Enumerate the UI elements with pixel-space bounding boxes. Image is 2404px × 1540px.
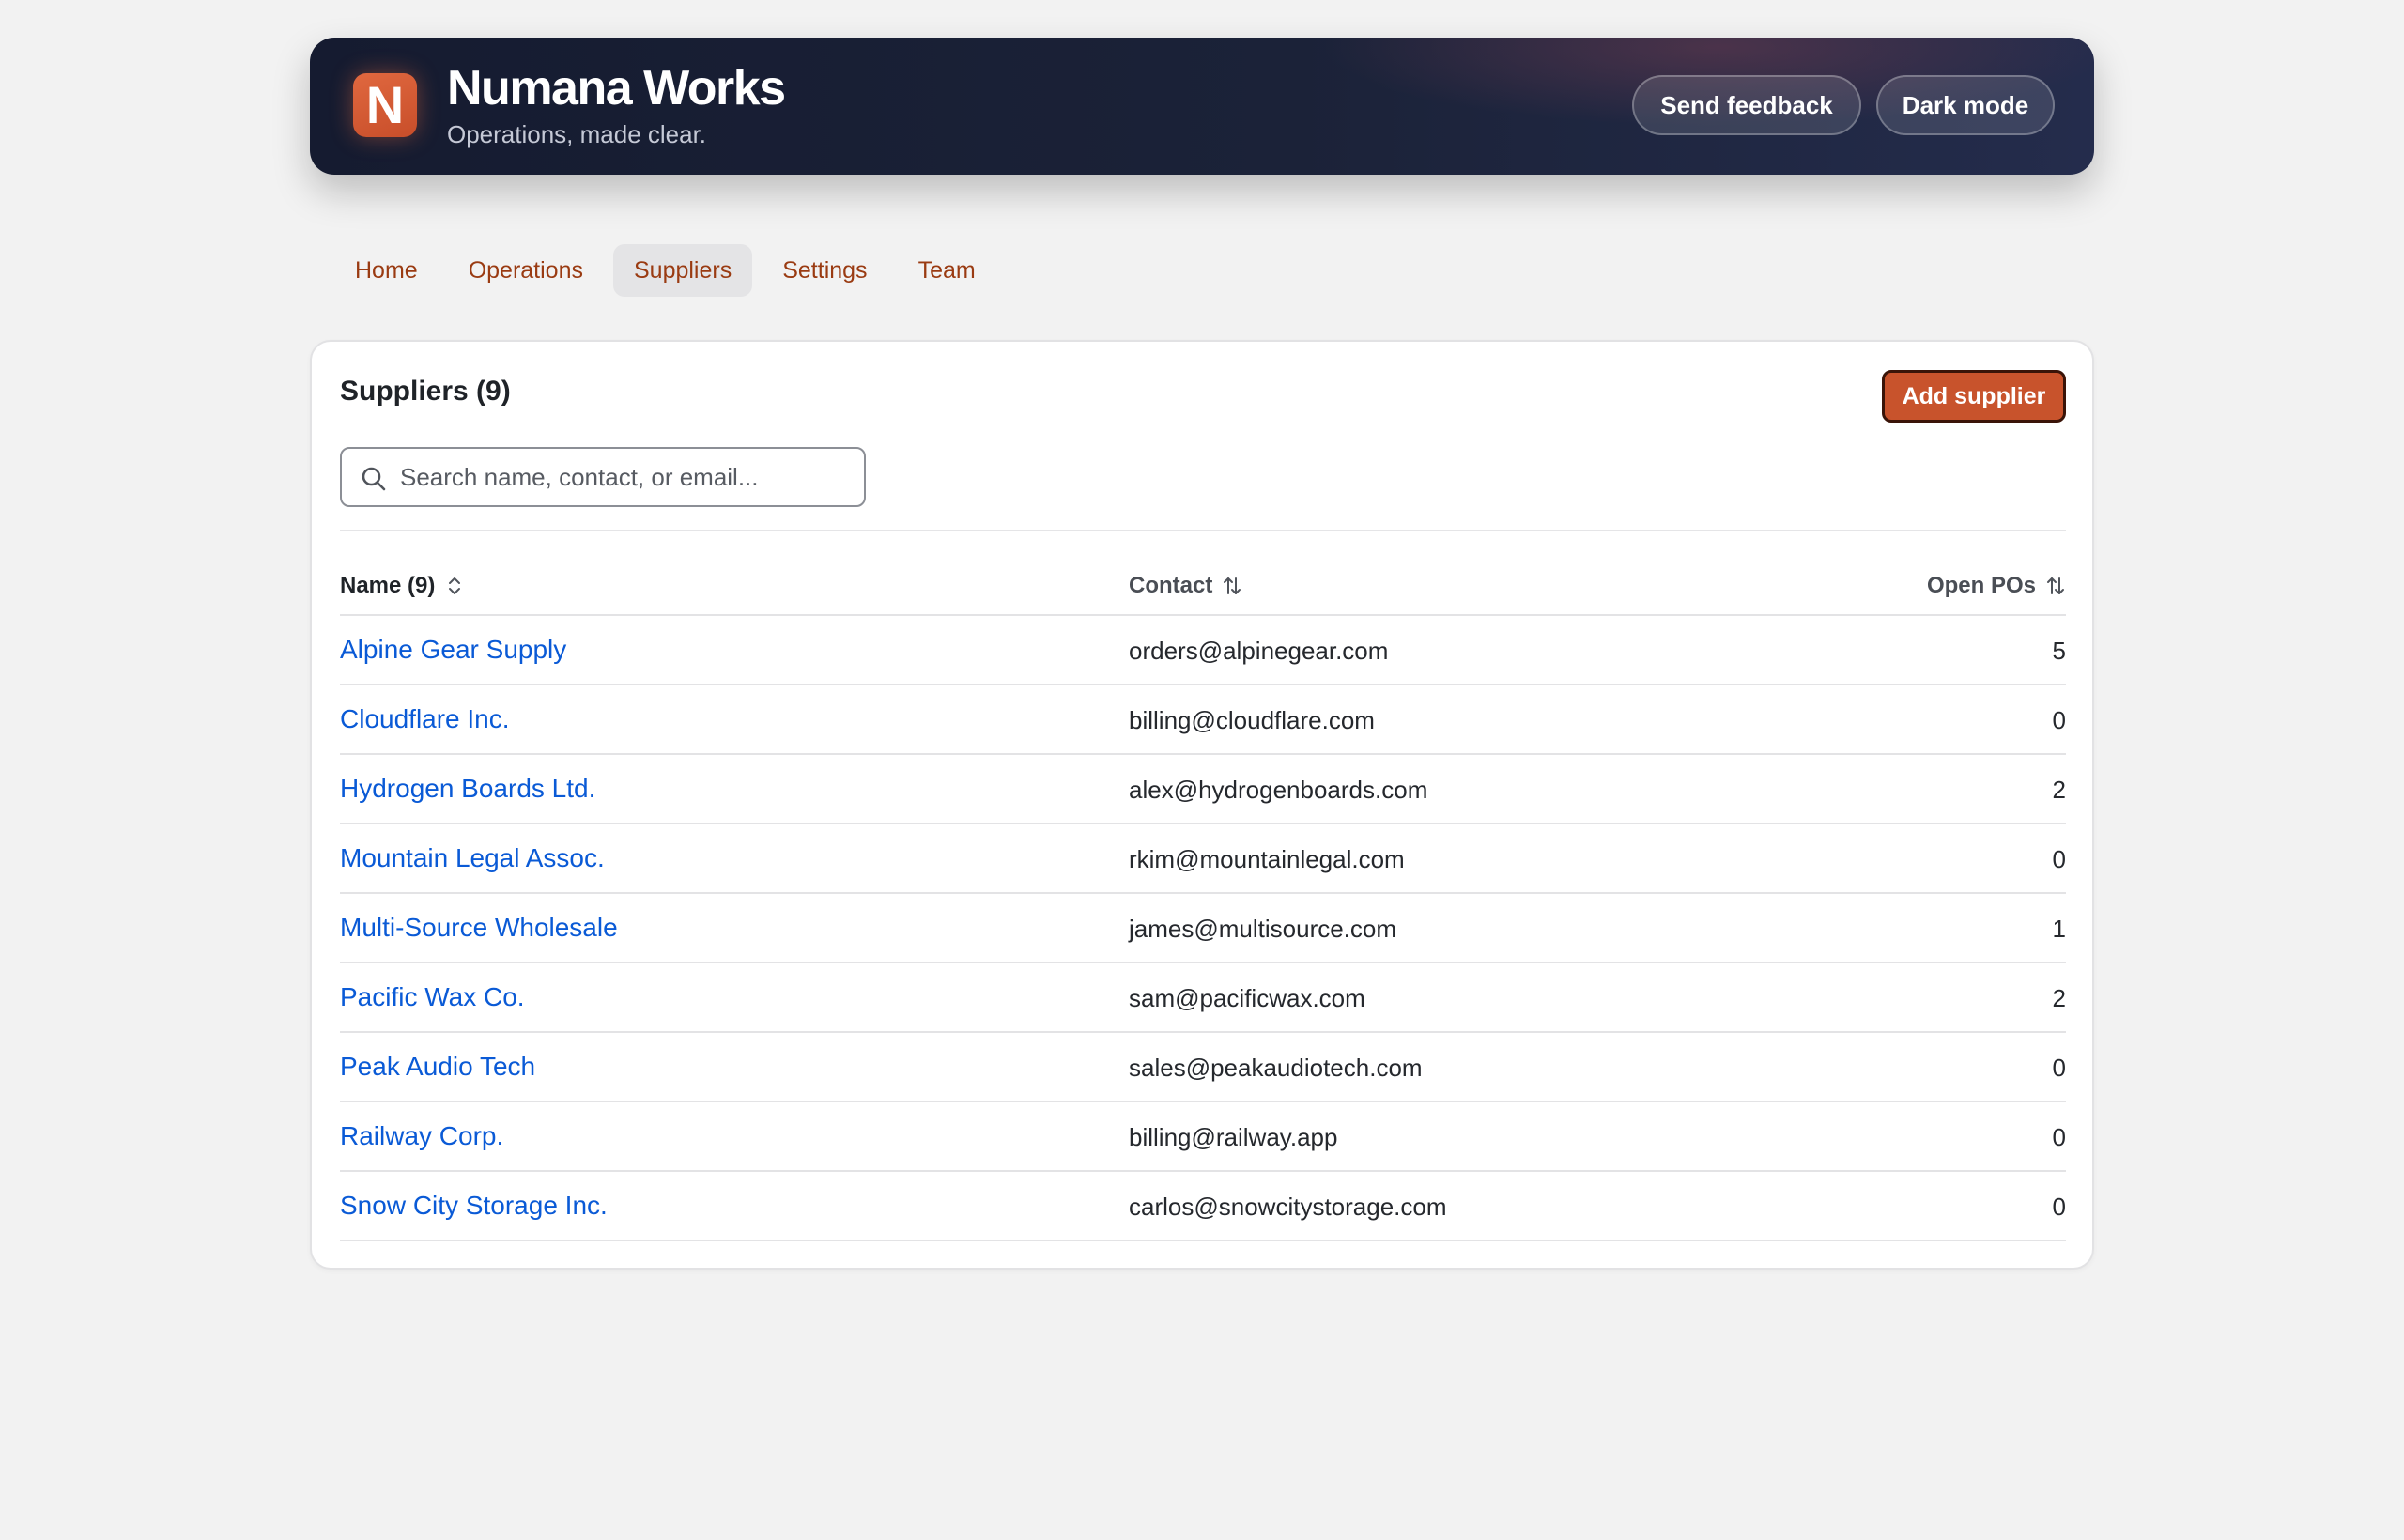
app-title: Numana Works bbox=[447, 61, 786, 116]
supplier-open-pos: 0 bbox=[2052, 1193, 2066, 1221]
supplier-contact: carlos@snowcitystorage.com bbox=[1129, 1193, 1447, 1221]
supplier-name-link[interactable]: Multi-Source Wholesale bbox=[340, 913, 618, 943]
table-row: Peak Audio Tech sales@peakaudiotech.com … bbox=[340, 1033, 2066, 1102]
app-header: N Numana Works Operations, made clear. S… bbox=[310, 38, 2094, 175]
supplier-open-pos: 2 bbox=[2052, 984, 2066, 1012]
supplier-name-link[interactable]: Hydrogen Boards Ltd. bbox=[340, 774, 595, 804]
search-box[interactable] bbox=[340, 447, 866, 507]
sort-arrows-icon bbox=[2047, 578, 2064, 594]
supplier-open-pos: 1 bbox=[2052, 915, 2066, 943]
supplier-name-link[interactable]: Mountain Legal Assoc. bbox=[340, 843, 605, 873]
app-tagline: Operations, made clear. bbox=[447, 120, 707, 148]
column-header-name[interactable]: Name (9) bbox=[340, 573, 465, 599]
supplier-open-pos: 0 bbox=[2052, 845, 2066, 873]
supplier-open-pos: 0 bbox=[2052, 1054, 2066, 1082]
column-label-contact: Contact bbox=[1129, 573, 1213, 598]
table-row: Railway Corp. billing@railway.app 0 bbox=[340, 1102, 2066, 1172]
send-feedback-button[interactable]: Send feedback bbox=[1632, 75, 1861, 135]
supplier-contact: james@multisource.com bbox=[1129, 915, 1397, 943]
brand-logo[interactable]: N bbox=[353, 73, 417, 137]
supplier-contact: rkim@mountainlegal.com bbox=[1129, 845, 1405, 873]
column-header-contact[interactable]: Contact bbox=[1129, 573, 1242, 599]
column-label-open-pos: Open POs bbox=[1926, 573, 2036, 598]
add-supplier-button[interactable]: Add supplier bbox=[1882, 370, 2066, 423]
page: N Numana Works Operations, made clear. S… bbox=[0, 0, 2404, 1540]
logo-letter: N bbox=[365, 75, 405, 134]
table-row: Snow City Storage Inc. carlos@snowcityst… bbox=[340, 1172, 2066, 1241]
supplier-open-pos: 0 bbox=[2052, 706, 2066, 734]
supplier-name-link[interactable]: Snow City Storage Inc. bbox=[340, 1191, 608, 1221]
supplier-contact: billing@cloudflare.com bbox=[1129, 706, 1375, 734]
table-row: Alpine Gear Supply orders@alpinegear.com… bbox=[340, 616, 2066, 685]
table-row: Hydrogen Boards Ltd. alex@hydrogenboards… bbox=[340, 755, 2066, 824]
search-icon bbox=[362, 467, 386, 491]
sort-arrows-icon bbox=[1224, 578, 1241, 594]
supplier-open-pos: 0 bbox=[2052, 1123, 2066, 1151]
table-header: Name (9) Contact Open POs bbox=[340, 560, 2066, 616]
table-row: Cloudflare Inc. billing@cloudflare.com 0 bbox=[340, 685, 2066, 755]
supplier-name-link[interactable]: Peak Audio Tech bbox=[340, 1052, 535, 1082]
table-row: Multi-Source Wholesale james@multisource… bbox=[340, 894, 2066, 963]
nav-item-home[interactable]: Home bbox=[334, 244, 439, 297]
nav-item-settings[interactable]: Settings bbox=[762, 244, 887, 297]
supplier-name-link[interactable]: Cloudflare Inc. bbox=[340, 704, 510, 734]
suppliers-card: Suppliers (9) Add supplier Name (9) bbox=[310, 340, 2094, 1270]
nav-item-team[interactable]: Team bbox=[898, 244, 996, 297]
supplier-contact: billing@railway.app bbox=[1129, 1123, 1338, 1151]
suppliers-table: Name (9) Contact Open POs Alpine Gear Su… bbox=[340, 560, 2066, 1241]
supplier-open-pos: 2 bbox=[2052, 776, 2066, 804]
table-row: Pacific Wax Co. sam@pacificwax.com 2 bbox=[340, 963, 2066, 1033]
suppliers-title: Suppliers (9) bbox=[340, 376, 511, 407]
sort-toggle-icon bbox=[449, 578, 461, 594]
section-divider bbox=[340, 530, 2066, 531]
supplier-name-link[interactable]: Alpine Gear Supply bbox=[340, 635, 566, 665]
supplier-contact: orders@alpinegear.com bbox=[1129, 637, 1389, 665]
supplier-contact: sam@pacificwax.com bbox=[1129, 984, 1365, 1012]
supplier-name-link[interactable]: Pacific Wax Co. bbox=[340, 982, 525, 1012]
nav-item-suppliers[interactable]: Suppliers bbox=[612, 244, 753, 297]
column-header-open-pos[interactable]: Open POs bbox=[1927, 573, 2066, 599]
brand: Numana Works Operations, made clear. bbox=[447, 61, 786, 148]
nav-item-operations[interactable]: Operations bbox=[448, 244, 604, 297]
column-label-name: Name (9) bbox=[340, 573, 436, 598]
search-input[interactable] bbox=[400, 456, 851, 498]
supplier-contact: alex@hydrogenboards.com bbox=[1129, 776, 1428, 804]
supplier-open-pos: 5 bbox=[2052, 637, 2066, 665]
table-row: Mountain Legal Assoc. rkim@mountainlegal… bbox=[340, 824, 2066, 894]
dark-mode-button[interactable]: Dark mode bbox=[1876, 75, 2055, 135]
supplier-contact: sales@peakaudiotech.com bbox=[1129, 1054, 1423, 1082]
supplier-name-link[interactable]: Railway Corp. bbox=[340, 1121, 503, 1151]
main-nav: Home Operations Suppliers Settings Team bbox=[334, 244, 996, 297]
